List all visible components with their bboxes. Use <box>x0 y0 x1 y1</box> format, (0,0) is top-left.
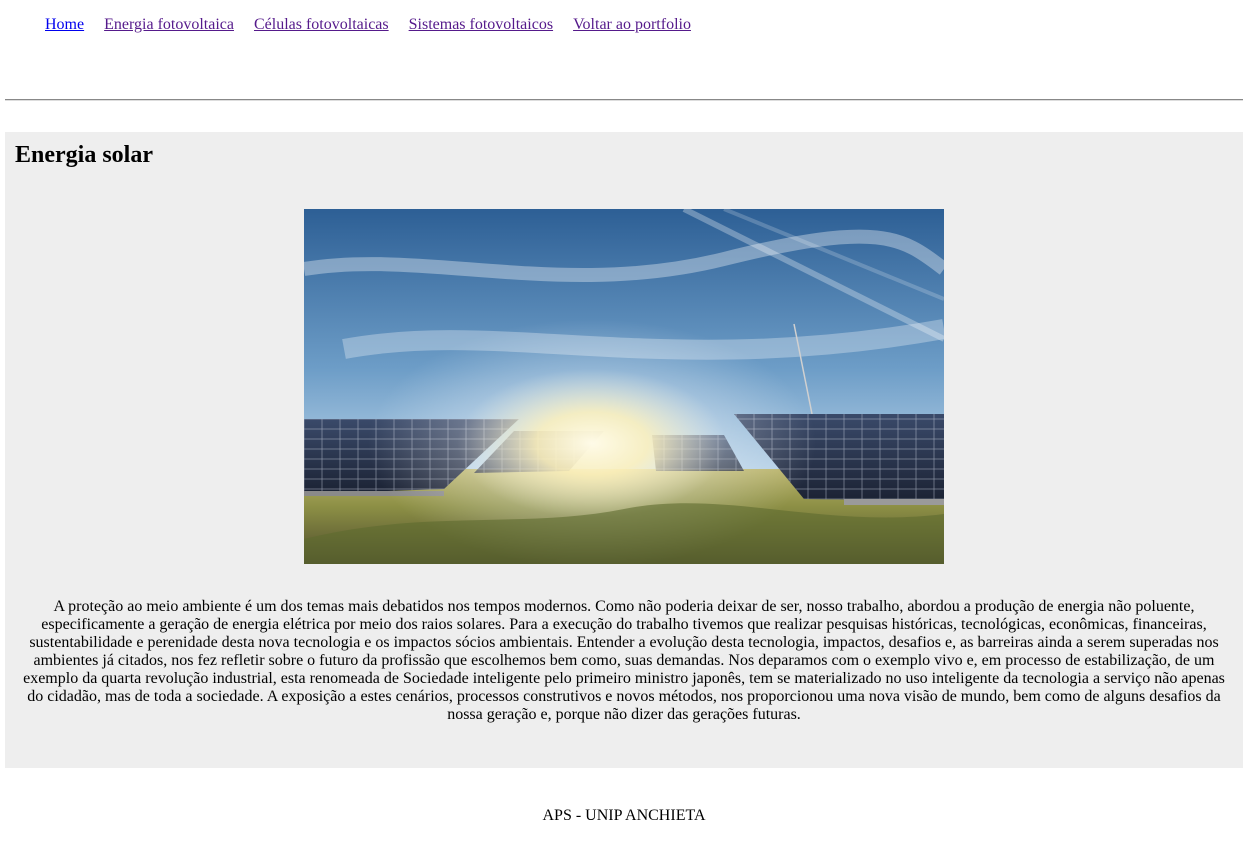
nav-link-voltar-portfolio[interactable]: Voltar ao portfolio <box>573 16 691 34</box>
top-nav: Home Energia fotovoltaica Células fotovo… <box>45 16 691 34</box>
nav-link-sistemas-fotovoltaicos[interactable]: Sistemas fotovoltaicos <box>409 16 553 34</box>
main-section: Energia solar A proteção ao meio ambient… <box>5 132 1243 768</box>
horizontal-divider <box>5 99 1243 101</box>
nav-link-celulas-fotovoltaicas[interactable]: Células fotovoltaicas <box>254 16 389 34</box>
page-title: Energia solar <box>15 142 153 168</box>
solar-panels-image <box>304 209 944 564</box>
nav-link-home[interactable]: Home <box>45 16 84 34</box>
footer-text: APS - UNIP ANCHIETA <box>542 807 706 824</box>
nav-link-energia-fotovoltaica[interactable]: Energia fotovoltaica <box>104 16 234 34</box>
intro-paragraph: A proteção ao meio ambiente é um dos tem… <box>23 598 1225 723</box>
